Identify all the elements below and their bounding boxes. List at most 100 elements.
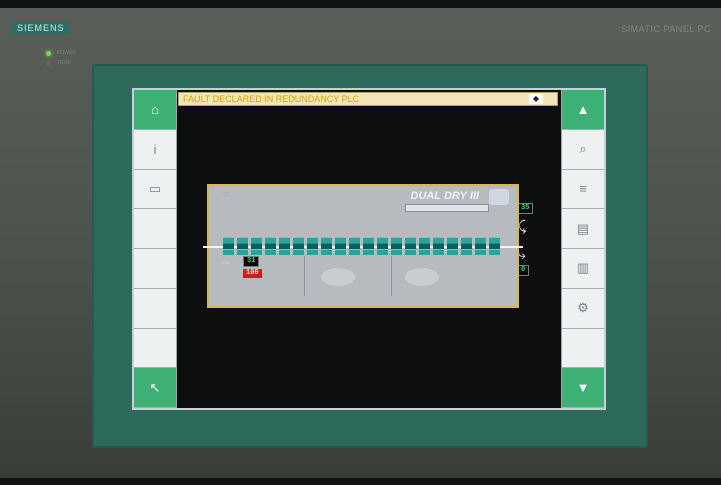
unit-segment bbox=[405, 237, 416, 243]
dryer-unit[interactable] bbox=[251, 237, 262, 255]
list-button[interactable]: ▤ bbox=[562, 209, 604, 249]
unit-segment bbox=[391, 237, 402, 243]
valve-icon: ⊸ bbox=[221, 258, 230, 269]
dryer-unit[interactable] bbox=[489, 237, 500, 255]
unit-segment bbox=[475, 249, 486, 255]
temp-led-row: TEMP bbox=[46, 60, 71, 66]
unit-segment bbox=[377, 237, 388, 243]
dryer-unit[interactable] bbox=[335, 237, 346, 255]
dryer-unit[interactable] bbox=[349, 237, 360, 255]
settings-button[interactable]: ⚙ bbox=[562, 288, 604, 329]
unit-segment bbox=[433, 243, 444, 249]
dryer-unit[interactable] bbox=[447, 237, 458, 255]
unit-segment bbox=[251, 243, 262, 249]
dryer-unit[interactable] bbox=[377, 237, 388, 255]
readout-left-red: 100 bbox=[243, 269, 262, 278]
unit-segment bbox=[265, 237, 276, 243]
info-button[interactable]: i bbox=[134, 129, 176, 170]
readout-left-green: 31 bbox=[243, 256, 260, 267]
unit-segment bbox=[363, 243, 374, 249]
unit-segment bbox=[349, 237, 360, 243]
unit-segment bbox=[223, 237, 234, 243]
unit-segment bbox=[321, 249, 332, 255]
unit-segment bbox=[293, 249, 304, 255]
unit-segment bbox=[391, 243, 402, 249]
unit-segment bbox=[265, 249, 276, 255]
unit-segment bbox=[363, 249, 374, 255]
unit-segment bbox=[349, 249, 360, 255]
blank-button-5[interactable] bbox=[562, 328, 604, 369]
unit-segment bbox=[419, 237, 430, 243]
divider bbox=[304, 256, 305, 296]
dryer-unit[interactable] bbox=[265, 237, 276, 255]
temp-led bbox=[46, 60, 51, 66]
dryer-unit[interactable] bbox=[433, 237, 444, 255]
dryer-unit[interactable] bbox=[405, 237, 416, 255]
unit-segment bbox=[307, 243, 318, 249]
page-button[interactable]: ▭ bbox=[134, 169, 176, 210]
left-toolbar: ⌂ i ▭ ↖ bbox=[134, 90, 177, 408]
blank-button-2[interactable] bbox=[134, 249, 176, 289]
power-led bbox=[46, 50, 51, 56]
unit-segment bbox=[307, 237, 318, 243]
page-icon: ▭ bbox=[148, 180, 162, 196]
dryer-unit[interactable] bbox=[237, 237, 248, 255]
blank-button-4[interactable] bbox=[134, 328, 176, 369]
scroll-down-icon: ▼ bbox=[576, 380, 590, 396]
unit-segment bbox=[293, 237, 304, 243]
report-icon: ▥ bbox=[576, 260, 590, 276]
unit-segment bbox=[251, 249, 262, 255]
back-button[interactable]: ↖ bbox=[134, 368, 176, 408]
zoom-button[interactable]: ⌕ bbox=[562, 129, 604, 170]
pipe-icon-top: ⤹ bbox=[518, 218, 527, 234]
dryer-unit[interactable] bbox=[391, 237, 402, 255]
hmi-screen: ⌂ i ▭ ↖ ▲ ⌕ ≡ ▤ ▥ ⚙ ▼ FAULT DECLARED IN REDUNDANC… bbox=[132, 88, 606, 410]
blank-button-3[interactable] bbox=[134, 288, 176, 329]
dryer-unit[interactable] bbox=[475, 237, 486, 255]
report-button[interactable]: ▥ bbox=[562, 249, 604, 289]
unit-segment bbox=[223, 243, 234, 249]
unit-segment bbox=[475, 237, 486, 243]
scroll-up-icon: ▲ bbox=[576, 101, 590, 117]
unit-segment bbox=[321, 237, 332, 243]
trend-icon: ≡ bbox=[579, 181, 587, 197]
dual-dry-panel[interactable]: ♡ DUAL DRY III ⊸ 31 100 bbox=[203, 184, 523, 308]
unit-segment bbox=[349, 243, 360, 249]
dryer-unit[interactable] bbox=[223, 237, 234, 255]
dryer-unit[interactable] bbox=[419, 237, 430, 255]
unit-segment bbox=[237, 237, 248, 243]
unit-segment bbox=[461, 243, 472, 249]
unit-segment bbox=[377, 243, 388, 249]
unit-segment bbox=[419, 243, 430, 249]
unit-segment bbox=[321, 243, 332, 249]
unit-segment bbox=[363, 237, 374, 243]
scroll-down-button[interactable]: ▼ bbox=[562, 368, 604, 408]
pipe-icon-bottom: ⤷ bbox=[518, 246, 526, 262]
alarm-scroll-button[interactable]: ◆ bbox=[529, 94, 543, 104]
scroll-up-button[interactable]: ▲ bbox=[562, 90, 604, 130]
status-graphic bbox=[405, 268, 439, 286]
blank-button-1[interactable] bbox=[134, 209, 176, 249]
unit-segment bbox=[279, 249, 290, 255]
unit-segment bbox=[279, 237, 290, 243]
unit-segment bbox=[489, 243, 500, 249]
unit-segment bbox=[433, 237, 444, 243]
power-led-row: POWER bbox=[46, 50, 76, 56]
unit-segment bbox=[461, 237, 472, 243]
unit-segment bbox=[223, 249, 234, 255]
unit-segment bbox=[405, 243, 416, 249]
dryer-unit[interactable] bbox=[279, 237, 290, 255]
home-button[interactable]: ⌂ bbox=[134, 90, 176, 130]
settings-icon: ⚙ bbox=[577, 300, 589, 316]
alarm-banner[interactable]: FAULT DECLARED IN REDUNDANCY PLC ◆ bbox=[178, 92, 558, 106]
dryer-unit[interactable] bbox=[461, 237, 472, 255]
dryer-logo-icon bbox=[489, 189, 509, 205]
unit-segment bbox=[489, 237, 500, 243]
dryer-unit[interactable] bbox=[293, 237, 304, 255]
trend-button[interactable]: ≡ bbox=[562, 169, 604, 210]
unit-segment bbox=[237, 249, 248, 255]
dryer-unit[interactable] bbox=[321, 237, 332, 255]
dryer-unit[interactable] bbox=[363, 237, 374, 255]
unit-segment bbox=[335, 237, 346, 243]
dryer-unit[interactable] bbox=[307, 237, 318, 255]
